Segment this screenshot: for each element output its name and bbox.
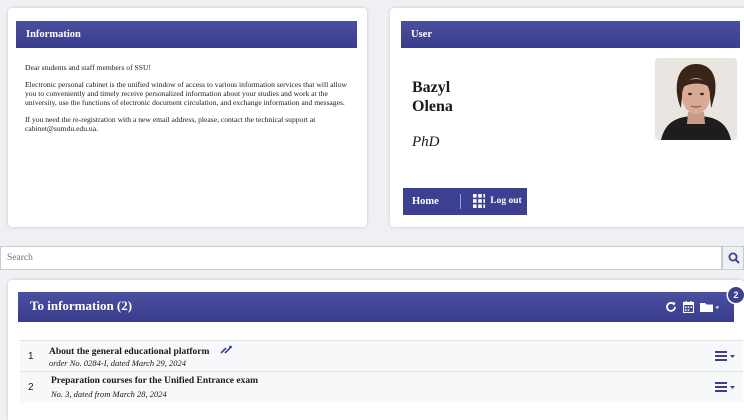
folder-dropdown-icon[interactable] [700, 301, 720, 313]
user-panel-header: User [401, 21, 740, 48]
calendar-icon[interactable] [683, 301, 694, 313]
search-bar [0, 246, 722, 270]
unread-count-badge: 2 [728, 287, 744, 303]
documents-panel: To information (2) 2 1 About the general… [8, 280, 744, 420]
search-button[interactable] [722, 246, 744, 270]
document-row[interactable]: 2 Preparation courses for the Unified En… [20, 371, 743, 402]
row-menu-icon[interactable] [715, 349, 737, 363]
information-text: Dear students and staff members of SSU! … [25, 63, 355, 141]
home-button-divider [460, 194, 461, 209]
search-input[interactable] [7, 251, 697, 265]
user-degree: PhD [412, 134, 440, 150]
information-panel-header: Information [16, 21, 357, 48]
information-title: Information [26, 29, 81, 40]
document-number: 1 [28, 351, 34, 362]
document-number: 2 [28, 382, 34, 393]
information-panel: Information Dear students and staff memb… [8, 8, 367, 227]
home-button-label: Home [412, 196, 439, 207]
document-title: Preparation courses for the Unified Entr… [51, 376, 259, 386]
information-paragraph: If you need the re-registration with a n… [25, 115, 316, 133]
information-paragraph: Dear students and staff members of SSU! [25, 63, 151, 72]
documents-header-tools [665, 300, 720, 314]
document-row[interactable]: 1 About the general educational platform… [20, 340, 743, 371]
information-paragraph: Electronic personal cabinet is the unifi… [25, 80, 348, 107]
document-status-icon [220, 345, 232, 354]
user-last-name: Bazyl [412, 79, 451, 96]
documents-panel-header: To information (2) [18, 292, 734, 322]
document-subtitle: order No. 0284-I, dated March 29, 2024 [49, 358, 187, 368]
user-name: Bazyl Olena [412, 78, 453, 116]
search-icon [728, 252, 740, 264]
documents-title: To information (2) [30, 298, 133, 313]
row-menu-icon[interactable] [715, 380, 737, 394]
user-panel: User Bazyl Olena PhD Home Log out [390, 8, 744, 227]
document-title: About the general educational platform [49, 345, 233, 357]
home-button[interactable]: Home [403, 188, 469, 215]
user-photo [655, 58, 737, 140]
document-subtitle: No. 3, dated from March 28, 2024 [51, 389, 167, 399]
logout-button[interactable]: Log out [485, 188, 527, 215]
user-first-name: Olena [412, 98, 453, 115]
user-title: User [411, 29, 432, 40]
refresh-icon[interactable] [665, 301, 677, 313]
